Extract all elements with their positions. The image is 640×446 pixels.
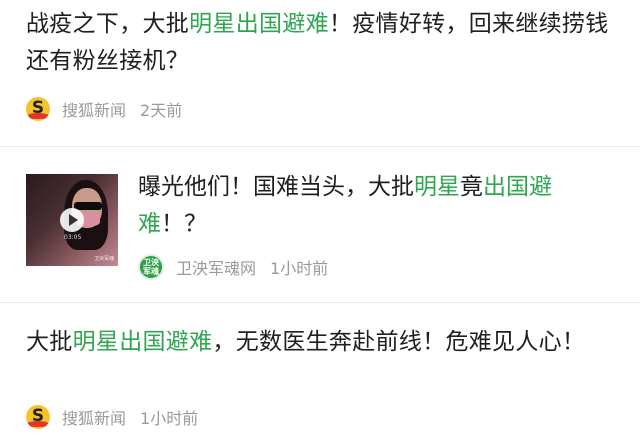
publish-time: 1小时前 — [140, 409, 199, 428]
publish-time: 1小时前 — [270, 259, 329, 278]
thumbnail-watermark: 卫泱军魂 — [93, 256, 114, 262]
weiyang-logo-icon: 卫泱 军魂 — [138, 254, 164, 280]
news-meta-3: S 搜狐新闻 1小时前 — [26, 404, 198, 430]
source-name: 搜狐新闻 — [62, 101, 127, 120]
highlight-keyword: 明星出国避难 — [189, 11, 329, 37]
news-meta-1: S 搜狐新闻 2天前 — [26, 96, 182, 122]
news-title-1[interactable]: 战疫之下，大批明星出国避难！疫情好转，回来继续捞钱还有粉丝接机？ — [26, 6, 626, 80]
title-text: 战疫之下，大批 — [26, 11, 190, 37]
video-thumbnail[interactable]: 03:05 卫泱军魂 — [26, 174, 118, 266]
source-name: 卫泱军魂网 — [176, 259, 257, 278]
sohu-logo-icon: S — [26, 405, 50, 429]
news-meta-2: 卫泱 军魂 卫泱军魂网 1小时前 — [138, 254, 328, 280]
title-text: 曝光他们！国难当头，大批 — [138, 174, 414, 200]
source-name: 搜狐新闻 — [62, 409, 127, 428]
highlight-keyword: 明星 — [414, 174, 460, 200]
news-title-3[interactable]: 大批明星出国避难，无数医生奔赴前线！危难见人心！ — [26, 324, 626, 361]
video-duration: 03:05 — [64, 234, 82, 241]
title-text: ，无数医生奔赴前线！危难见人心！ — [212, 329, 586, 355]
title-text: 大批 — [26, 329, 73, 355]
title-text: 竟 — [460, 174, 483, 200]
publish-time: 2天前 — [140, 101, 183, 120]
play-icon[interactable] — [60, 208, 84, 232]
news-title-2[interactable]: 曝光他们！国难当头，大批明星竟出国避难！？ — [138, 169, 608, 243]
title-text: ！？ — [161, 211, 207, 237]
divider — [0, 302, 640, 303]
sohu-logo-icon: S — [26, 97, 50, 121]
highlight-keyword: 明星出国避难 — [72, 329, 213, 355]
divider — [0, 146, 640, 147]
